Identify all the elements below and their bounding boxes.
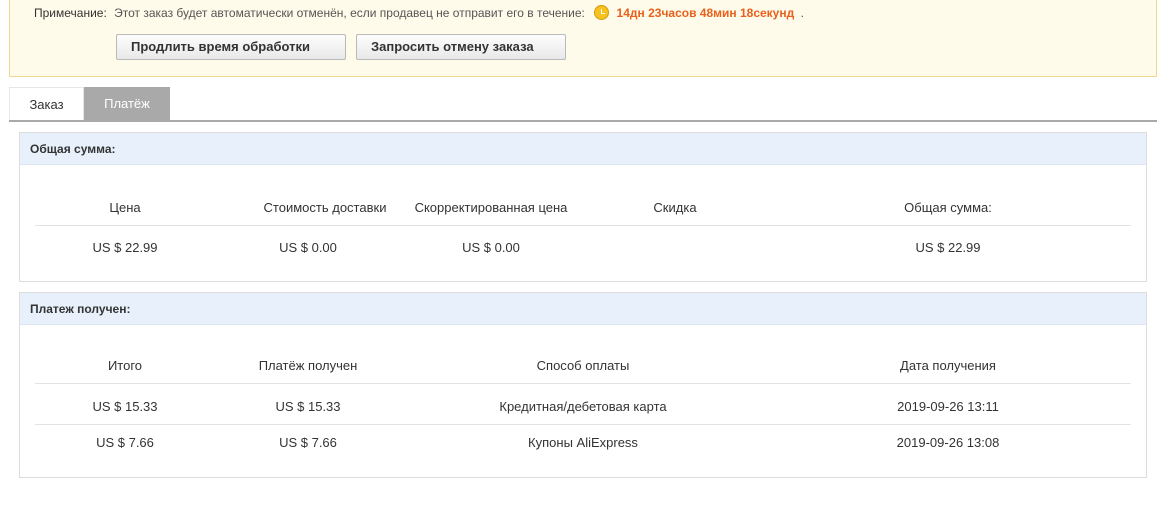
notice-tail: . [800,6,804,20]
table-row: US $ 7.66 US $ 7.66 Купоны AliExpress 20… [35,425,1131,461]
tab-underline [9,120,1157,122]
total-panel-title: Общая сумма: [20,133,1146,165]
tab-order[interactable]: Заказ [9,87,84,120]
total-value-row: US $ 22.99 US $ 0.00 US $ 0.00 US $ 22.9… [35,230,1131,266]
payment-received-panel: Платеж получен: Итого Платёж получен Спо… [19,292,1147,478]
row-payment-method: Кредитная/дебетовая карта [499,399,667,414]
value-price: US $ 22.99 [92,240,158,255]
row-received-date: 2019-09-26 13:08 [896,435,1000,450]
value-discount [625,230,725,266]
countdown-timer: 14дн 23часов 48мин 18секунд [616,6,795,20]
row-received-date: 2019-09-26 13:11 [897,399,999,414]
header-shipping-cost: Стоимость доставки [263,200,387,215]
table-row: US $ 15.33 US $ 15.33 Кредитная/дебетова… [35,389,1131,425]
header-adjusted-price: Скорректированная цена [414,200,568,215]
row-subtotal: US $ 7.66 [96,435,154,450]
notice-line: Примечание: Этот заказ будет автоматичес… [34,5,804,20]
value-shipping-cost: US $ 0.00 [279,240,337,255]
header-total-sum: Общая сумма: [904,200,992,215]
row-payment-received: US $ 15.33 [275,399,341,414]
row-payment-method: Купоны AliExpress [528,435,638,450]
header-subtotal: Итого [107,358,143,373]
header-received-date: Дата получения [900,358,996,373]
header-payment-received: Платёж получен [258,358,358,373]
payment-panel-title: Платеж получен: [20,293,1146,325]
value-adjusted-price: US $ 0.00 [462,240,520,255]
payment-header-row: Итого Платёж получен Способ оплаты Дата … [35,348,1131,384]
request-cancel-order-button[interactable]: Запросить отмену заказа [356,34,566,60]
row-payment-received: US $ 7.66 [279,435,337,450]
clock-icon [594,5,610,20]
value-total-sum: US $ 22.99 [915,240,981,255]
notice-text: Этот заказ будет автоматически отменён, … [114,6,585,20]
notice-box: Примечание: Этот заказ будет автоматичес… [9,0,1157,77]
total-header-row: Цена Стоимость доставки Скорректированна… [35,190,1131,226]
header-payment-method: Способ оплаты [536,358,630,373]
header-discount: Скидка [653,200,697,215]
row-subtotal: US $ 15.33 [92,399,158,414]
notice-label: Примечание: [34,6,107,20]
total-panel: Общая сумма: Цена Стоимость доставки Ско… [19,132,1147,282]
extend-processing-time-button[interactable]: Продлить время обработки [116,34,346,60]
header-price: Цена [109,200,141,215]
tab-payment[interactable]: Платёж [84,87,170,120]
